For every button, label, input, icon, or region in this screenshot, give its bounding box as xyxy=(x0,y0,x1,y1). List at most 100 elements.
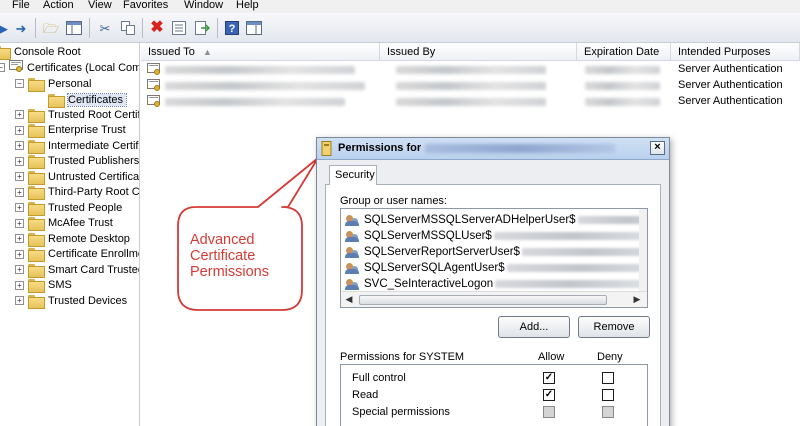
user-group-icon xyxy=(345,262,361,275)
permission-name: Special permissions xyxy=(352,406,450,418)
menu-bar: File Action View Favorites Window Help xyxy=(0,0,800,13)
menu-help[interactable]: Help xyxy=(236,0,259,11)
tree-item[interactable]: + Intermediate Certifi xyxy=(15,138,139,154)
tree-personal-certificates[interactable]: Certificates xyxy=(48,92,128,108)
properties-icon[interactable] xyxy=(170,19,188,37)
deny-full-control-checkbox[interactable] xyxy=(602,372,614,384)
allow-full-control-checkbox[interactable]: ✓ xyxy=(543,372,555,384)
table-row[interactable]: Server Authentication xyxy=(141,94,800,110)
column-label: Issued To xyxy=(148,46,195,58)
expand-icon[interactable]: + xyxy=(15,296,24,305)
tree-item[interactable]: + Third-Party Root C xyxy=(15,185,139,200)
redacted-text xyxy=(506,264,647,272)
user-group-icon xyxy=(345,214,361,227)
user-name: SVC_SeInteractiveLogon xyxy=(364,278,494,290)
menu-file[interactable]: File xyxy=(12,0,30,11)
tree-label: McAfee Trust xyxy=(48,217,113,229)
list-item[interactable]: SQLServerMSSQLServerADHelperUser$ xyxy=(345,212,647,228)
svg-text:?: ? xyxy=(229,23,236,35)
tree-item[interactable]: + Trusted People xyxy=(15,200,122,216)
table-row[interactable]: Server Authentication xyxy=(141,78,800,94)
expand-icon[interactable]: + xyxy=(15,280,24,290)
list-item[interactable]: SVC_SeInteractiveLogon xyxy=(345,276,646,292)
tree-item[interactable]: + Remote Desktop xyxy=(15,231,130,247)
expand-icon[interactable]: + xyxy=(15,110,24,119)
back-arrow-icon[interactable]: ▶ xyxy=(0,19,12,37)
redacted-text xyxy=(165,66,355,74)
menu-action[interactable]: Action xyxy=(43,0,74,11)
folder-icon xyxy=(28,294,45,309)
scroll-right-icon[interactable]: ▶ xyxy=(631,294,643,305)
cut-icon[interactable]: ✂ xyxy=(96,19,114,37)
expand-icon[interactable]: + xyxy=(15,172,24,181)
scrollbar-thumb[interactable] xyxy=(359,295,607,305)
tree-item[interactable]: + Smart Card Trusted xyxy=(15,262,139,278)
expand-icon[interactable]: + xyxy=(15,265,24,274)
menu-window[interactable]: Window xyxy=(184,0,223,11)
column-expiration-date[interactable]: Expiration Date xyxy=(577,43,671,61)
copy-icon[interactable] xyxy=(119,19,137,37)
user-list[interactable]: SQLServerMSSQLServerADHelperUser$ SQLSer… xyxy=(340,208,648,308)
tree-item[interactable]: + Trusted Devices xyxy=(15,293,127,309)
tab-security[interactable]: Security xyxy=(329,165,377,185)
close-button[interactable]: × xyxy=(650,141,665,155)
up-folder-icon[interactable]: 🗁 xyxy=(42,19,60,37)
toolbar-separator xyxy=(142,18,143,38)
folder-icon xyxy=(28,108,45,123)
cell-intended-purpose: Server Authentication xyxy=(678,63,783,75)
folder-icon xyxy=(28,170,45,185)
help-icon[interactable]: ? xyxy=(223,19,241,37)
deny-read-checkbox[interactable] xyxy=(602,389,614,401)
tree-item[interactable]: + Enterprise Trust xyxy=(15,123,126,138)
add-button[interactable]: Add... xyxy=(498,316,570,338)
forward-arrow-icon[interactable]: ➜ xyxy=(12,19,30,37)
remove-button[interactable]: Remove xyxy=(578,316,650,338)
expand-icon[interactable]: + xyxy=(15,141,24,150)
column-intended-purposes[interactable]: Intended Purposes xyxy=(671,43,800,61)
menu-favorites[interactable]: Favorites xyxy=(123,0,168,11)
tree-console-root[interactable]: Console Root xyxy=(0,44,81,60)
folder-icon xyxy=(28,186,45,200)
expand-icon[interactable]: + xyxy=(15,203,24,212)
group-label: Group or user names: xyxy=(340,195,447,207)
tree-certificates-store[interactable]: − Certificates (Local Com xyxy=(0,59,140,75)
tree-item[interactable]: + SMS xyxy=(15,278,72,293)
allow-read-checkbox[interactable]: ✓ xyxy=(543,389,555,401)
callout-line: Advanced xyxy=(190,232,255,248)
tree-personal[interactable]: − Personal xyxy=(15,76,91,92)
tree-item[interactable]: + Trusted Publishers xyxy=(15,154,139,169)
tree-item[interactable]: + Trusted Root Certifi xyxy=(15,107,139,123)
collapse-icon[interactable]: − xyxy=(0,63,5,72)
expand-icon[interactable]: + xyxy=(15,125,24,135)
tree-item[interactable]: + Certificate Enrollme xyxy=(15,247,139,262)
export-list-icon[interactable] xyxy=(193,19,211,37)
table-row[interactable]: Server Authentication xyxy=(141,62,800,78)
expand-icon[interactable]: + xyxy=(15,218,24,228)
tree-label: Certificates (Local Com xyxy=(27,61,140,74)
expand-icon[interactable]: + xyxy=(15,156,24,166)
deny-special-permissions-checkbox xyxy=(602,406,614,418)
redacted-text xyxy=(165,82,365,90)
collapse-icon[interactable]: − xyxy=(15,79,24,88)
expand-icon[interactable]: + xyxy=(15,249,24,259)
delete-icon[interactable]: ✖ xyxy=(148,19,166,37)
column-issued-by[interactable]: Issued By xyxy=(380,43,577,61)
tree-item[interactable]: + McAfee Trust xyxy=(15,216,113,231)
allow-special-permissions-checkbox xyxy=(543,406,555,418)
tree-item[interactable]: + Untrusted Certifica xyxy=(15,169,139,185)
show-hide-tree-icon[interactable] xyxy=(65,19,83,37)
horizontal-scrollbar[interactable]: ◀ ▶ xyxy=(341,291,647,307)
list-item[interactable]: SQLServerMSSQLUser$ xyxy=(345,228,647,244)
list-item[interactable]: SQLServerReportServerUser$ xyxy=(345,244,647,260)
list-item[interactable]: SQLServerSQLAgentUser$ xyxy=(345,260,647,276)
expand-icon[interactable]: + xyxy=(15,187,24,197)
scroll-left-icon[interactable]: ◀ xyxy=(343,294,355,305)
callout-line: Permissions xyxy=(190,264,269,280)
expand-icon[interactable]: + xyxy=(15,234,24,243)
user-group-icon xyxy=(345,230,361,243)
menu-view[interactable]: View xyxy=(88,0,112,11)
dialog-title-bar[interactable]: Permissions for × xyxy=(317,138,669,160)
show-hide-action-pane-icon[interactable] xyxy=(245,19,263,37)
vertical-scrollbar[interactable] xyxy=(639,209,647,291)
column-issued-to[interactable]: Issued To ▲ xyxy=(141,43,380,61)
